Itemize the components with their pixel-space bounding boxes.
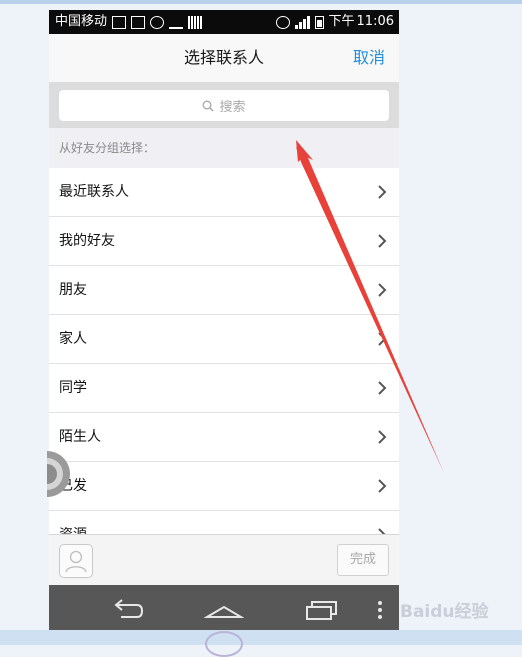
- search-area: 搜索: [49, 83, 399, 128]
- page-title: 选择联系人: [183, 48, 264, 67]
- status-bar: 中国移动 下午 11:06: [49, 10, 399, 34]
- selected-contact-slot[interactable]: [59, 544, 93, 578]
- floating-assistant-icon[interactable]: [47, 450, 72, 498]
- group-list: 最近联系人 我的好友 朋友 家人 同学 陌生人 已发 资源: [49, 168, 399, 534]
- image-notification-icon: [131, 15, 146, 29]
- alarm-icon: [275, 15, 290, 29]
- list-item[interactable]: 资源: [49, 511, 399, 534]
- list-item-label: 同学: [59, 380, 87, 396]
- chevron-right-icon: [378, 430, 387, 444]
- list-item[interactable]: 家人: [49, 315, 399, 364]
- list-item-label: 资源: [59, 511, 87, 534]
- chevron-right-icon: [378, 234, 387, 248]
- chevron-right-icon: [378, 381, 387, 395]
- chevron-right-icon: [378, 479, 387, 493]
- taskbar-bubble-icon: [205, 631, 243, 657]
- list-item-label: 最近联系人: [59, 184, 129, 200]
- list-item[interactable]: 同学: [49, 364, 399, 413]
- chevron-right-icon: [378, 283, 387, 297]
- list-item-label: 朋友: [59, 282, 87, 298]
- list-item[interactable]: 已发: [49, 462, 399, 511]
- chevron-right-icon: [378, 332, 387, 346]
- clock: 11:06: [356, 14, 394, 29]
- recent-apps-icon[interactable]: [302, 595, 342, 625]
- section-header: 从好友分组选择：: [49, 128, 399, 168]
- status-bar-left: 中国移动: [55, 10, 203, 34]
- watermark: Baidu经验: [400, 602, 489, 622]
- search-icon: [203, 100, 214, 111]
- app-notification-icon: [150, 15, 165, 29]
- back-icon[interactable]: [107, 595, 147, 625]
- status-bar-right: 下午 11:06: [275, 10, 394, 34]
- list-item-label: 家人: [59, 331, 87, 347]
- done-button[interactable]: 完成: [337, 544, 389, 576]
- section-label: 从好友分组选择：: [59, 141, 156, 155]
- warning-notification-icon: [112, 15, 127, 29]
- window-top-strip: [0, 0, 522, 4]
- battery-icon: [314, 15, 324, 29]
- list-item[interactable]: 我的好友: [49, 217, 399, 266]
- home-icon[interactable]: [204, 595, 244, 625]
- title-bar: 选择联系人 取消: [49, 34, 399, 83]
- time-prefix: 下午: [328, 14, 355, 29]
- download-icon: [169, 16, 184, 29]
- signal-icon: [294, 15, 310, 29]
- bottom-action-bar: 完成: [49, 534, 399, 586]
- list-item-label: 我的好友: [59, 233, 115, 249]
- cancel-button[interactable]: 取消: [353, 34, 385, 82]
- person-icon: [65, 550, 87, 573]
- window-bottom-strip: [0, 630, 522, 657]
- chevron-right-icon: [378, 185, 387, 199]
- barcode-icon: [188, 15, 203, 29]
- list-item[interactable]: 朋友: [49, 266, 399, 315]
- search-placeholder: 搜索: [219, 100, 246, 115]
- menu-icon[interactable]: [365, 595, 395, 625]
- list-item[interactable]: 最近联系人: [49, 168, 399, 217]
- carrier-name: 中国移动: [55, 14, 108, 29]
- list-item[interactable]: 陌生人: [49, 413, 399, 462]
- navigation-bar: [49, 585, 399, 634]
- phone-screen: 中国移动 下午 11:06 选择联系人 取消 搜索 从好友分组选择： 最近联系人…: [49, 10, 399, 634]
- search-input[interactable]: 搜索: [59, 90, 389, 121]
